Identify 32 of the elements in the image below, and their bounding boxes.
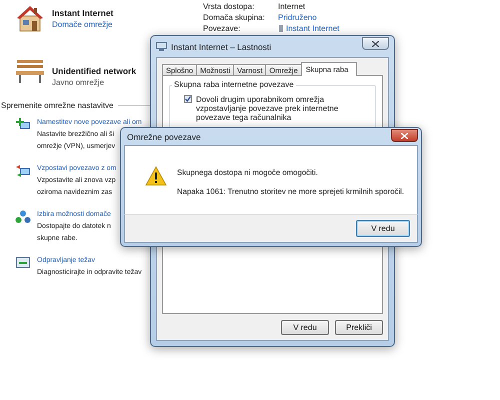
checkbox[interactable] xyxy=(184,95,192,103)
checkbox-label: Dovoli drugim uporabnikom omrežja vzpostavljanje povezave prek internetne povezave tega računalnika xyxy=(196,95,340,122)
house-icon xyxy=(15,4,45,32)
close-button[interactable] xyxy=(362,37,389,50)
detail-label: Domača skupina: xyxy=(203,13,266,22)
window-title: Omrežne povezave xyxy=(127,132,201,142)
dialog-button[interactable]: Prekliči xyxy=(335,320,383,335)
detail-label: Povezave: xyxy=(203,24,242,33)
checkmark-icon xyxy=(185,96,191,102)
detail-label: Vrsta dostopa: xyxy=(203,2,256,11)
close-button[interactable] xyxy=(391,129,418,142)
window-title: Instant Internet – Lastnosti xyxy=(171,42,272,52)
dialog-button[interactable]: V redu xyxy=(281,320,329,335)
connection-icon xyxy=(278,24,284,33)
network-adapter-icon xyxy=(156,42,167,51)
ok-button[interactable]: V redu xyxy=(356,220,410,237)
add-connection-icon xyxy=(15,118,31,132)
network-type: Javno omrežje xyxy=(52,78,106,87)
network-name: Unidentified network xyxy=(52,66,136,76)
connect-icon xyxy=(15,164,31,178)
group-title: Skupna raba internetne povezave xyxy=(172,80,296,89)
detail-value: Internet xyxy=(278,2,306,11)
network-name: Instant Internet xyxy=(52,8,114,18)
homegroup-icon xyxy=(15,210,31,224)
section-heading: Spremenite omrežne nastavitve xyxy=(1,101,114,110)
close-icon xyxy=(372,40,379,46)
troubleshoot-icon xyxy=(15,256,31,270)
warning-icon xyxy=(145,166,167,186)
connection-link[interactable]: Instant Internet xyxy=(286,24,340,33)
close-icon xyxy=(401,132,408,138)
network-type-link[interactable]: Domače omrežje xyxy=(52,20,114,29)
homegroup-link[interactable]: Pridruženo xyxy=(278,13,340,22)
